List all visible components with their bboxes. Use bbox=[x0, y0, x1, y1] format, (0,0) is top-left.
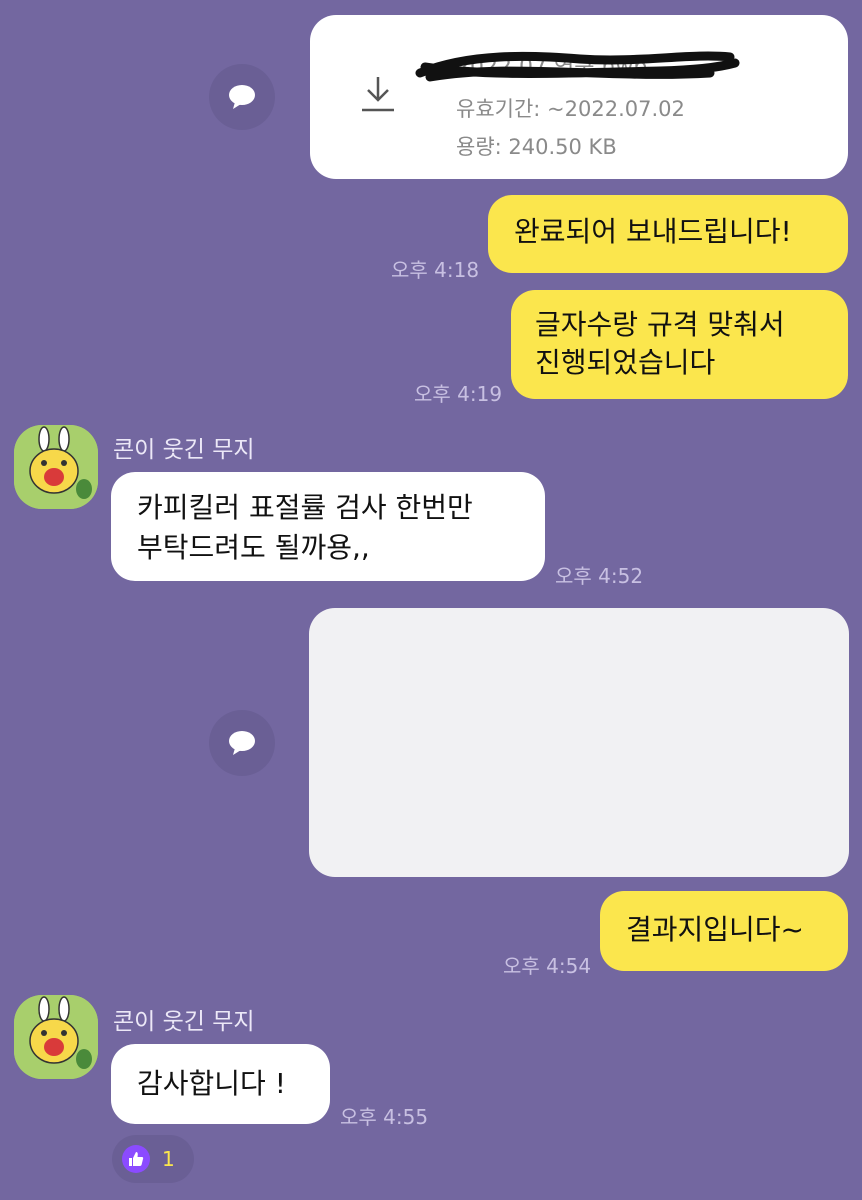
message-text: 완료되어 보내드립니다! bbox=[514, 215, 792, 248]
download-icon[interactable] bbox=[358, 73, 398, 113]
my-message-bubble[interactable]: 완료되어 보내드립니다! bbox=[488, 195, 848, 273]
share-button[interactable] bbox=[209, 64, 275, 130]
sender-name: 콘이 웃긴 무지 bbox=[113, 1009, 255, 1035]
message-time: 오후 4:55 bbox=[340, 1105, 429, 1129]
speech-bubble-icon bbox=[229, 731, 255, 755]
file-expiry: 유효기간: ~2022.07.02 bbox=[456, 97, 685, 121]
message-time: 오후 4:18 bbox=[391, 258, 480, 282]
message-text-line: 진행되었습니다 bbox=[535, 346, 716, 379]
my-message-bubble[interactable]: 결과지입니다~ bbox=[600, 891, 848, 971]
my-message-bubble[interactable]: 글자수랑 규격 맞춰서 진행되었습니다 bbox=[511, 290, 848, 399]
message-text-line: 부탁드려도 될까용,, bbox=[137, 531, 370, 564]
file-size: 용량: 240.50 KB bbox=[456, 135, 617, 159]
message-time: 오후 4:52 bbox=[555, 564, 644, 588]
other-message-bubble[interactable]: 감사합니다 ! bbox=[111, 1044, 330, 1124]
sender-name: 콘이 웃긴 무지 bbox=[113, 437, 255, 463]
message-text-line: 글자수랑 규격 맞춰서 bbox=[535, 308, 785, 341]
message-text: 감사합니다 ! bbox=[137, 1067, 286, 1100]
message-text-line: 카피킬러 표절률 검사 한번만 bbox=[137, 491, 473, 524]
other-message-bubble[interactable]: 카피킬러 표절률 검사 한번만 부탁드려도 될까용,, bbox=[111, 472, 545, 581]
like-reaction[interactable]: 1 bbox=[112, 1135, 194, 1183]
message-time: 오후 4:54 bbox=[503, 954, 592, 978]
file-attachment-card[interactable]: 2022.07 연구.hwp 유효기간: ~2022.07.02 용량: 240… bbox=[310, 15, 848, 179]
thumbs-up-icon bbox=[122, 1145, 150, 1173]
message-time: 오후 4:19 bbox=[414, 382, 503, 406]
share-button[interactable] bbox=[209, 710, 275, 776]
avatar[interactable] bbox=[14, 995, 98, 1079]
reaction-count: 1 bbox=[162, 1147, 175, 1171]
muzi-character-icon bbox=[14, 995, 98, 1079]
muzi-character-icon bbox=[14, 425, 98, 509]
speech-bubble-icon bbox=[229, 85, 255, 109]
image-attachment[interactable] bbox=[309, 608, 849, 877]
redaction-scribble bbox=[415, 51, 740, 82]
message-text: 결과지입니다~ bbox=[626, 913, 805, 946]
avatar[interactable] bbox=[14, 425, 98, 509]
